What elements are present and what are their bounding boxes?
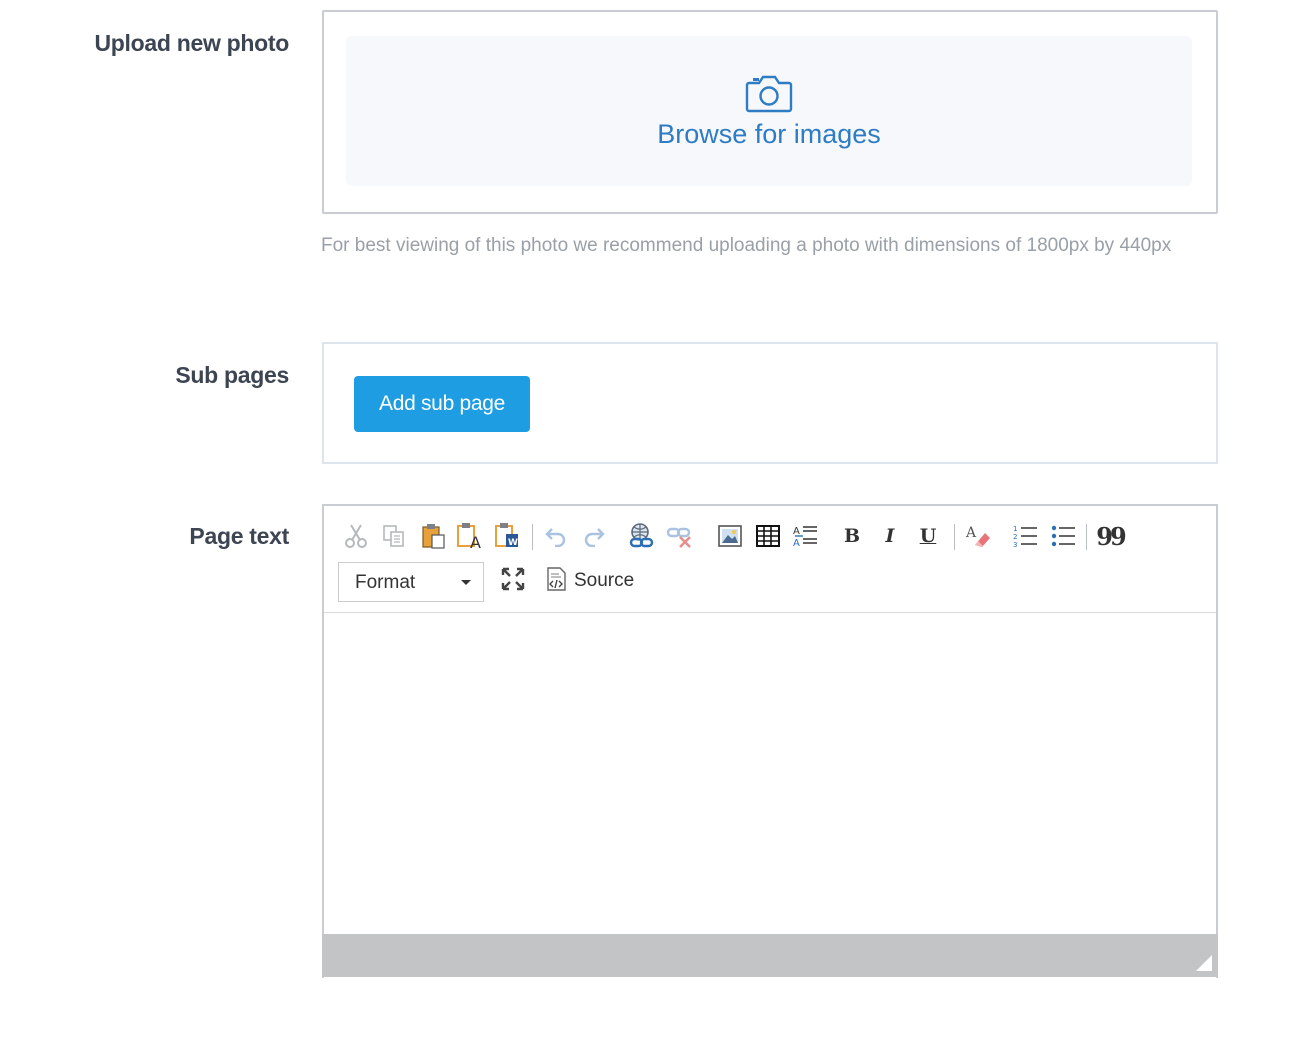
editor-statusbar <box>322 934 1218 977</box>
undo-button[interactable] <box>540 518 572 554</box>
sub-pages-label: Sub pages <box>175 362 289 388</box>
numbered-list-button[interactable]: 123 <box>1010 518 1042 554</box>
clipboard-icon <box>421 523 447 549</box>
browse-images-dropzone[interactable]: Browse for images <box>346 36 1192 186</box>
underline-icon: U <box>919 525 937 547</box>
svg-text:2: 2 <box>1013 533 1017 541</box>
underline-button[interactable]: U <box>912 518 944 554</box>
copy-icon <box>382 524 406 548</box>
text-format-icon: AA <box>793 524 819 548</box>
source-button[interactable]: Source <box>544 564 634 598</box>
link-button[interactable] <box>626 518 658 554</box>
editor-content-area[interactable] <box>324 613 1216 935</box>
upload-hint-text: For best viewing of this photo we recomm… <box>321 235 1172 256</box>
format-dropdown[interactable]: Format <box>338 562 484 602</box>
cut-button[interactable] <box>340 518 372 554</box>
editor-toolbar: A W A A B I U A 1 2 3 99 Format Source <box>324 506 1216 613</box>
table-icon <box>756 525 780 547</box>
remove-format-button[interactable]: A <box>962 518 994 554</box>
source-button-label: Source <box>574 570 635 591</box>
eraser-icon: A <box>965 523 991 549</box>
redo-button[interactable] <box>578 518 610 554</box>
unlink-icon <box>666 523 694 549</box>
bulleted-list-button[interactable] <box>1048 518 1080 554</box>
svg-text:1: 1 <box>1013 525 1017 533</box>
toolbar-separator <box>1086 524 1087 550</box>
rich-text-editor: A W A A B I U A 1 2 3 99 Format Source <box>322 504 1218 978</box>
add-sub-page-button[interactable]: Add sub page <box>354 376 530 432</box>
quote-icon: 99 <box>1096 521 1126 551</box>
svg-text:3: 3 <box>1013 541 1017 548</box>
source-code-icon <box>544 566 568 597</box>
bold-button[interactable]: B <box>836 518 868 554</box>
upload-box: Browse for images <box>322 10 1218 214</box>
bold-icon: B <box>843 525 861 547</box>
image-button[interactable] <box>714 518 746 554</box>
redo-icon <box>582 525 606 547</box>
copy-button[interactable] <box>378 518 410 554</box>
table-button[interactable] <box>752 518 784 554</box>
browse-images-link[interactable]: Browse for images <box>657 119 881 150</box>
italic-icon: I <box>885 525 895 547</box>
camera-icon <box>745 73 793 113</box>
resize-handle-icon[interactable] <box>1196 955 1212 971</box>
sub-pages-box: Add sub page <box>322 342 1218 464</box>
svg-text:A: A <box>793 538 800 548</box>
maximize-icon <box>501 567 525 596</box>
link-icon <box>628 522 656 550</box>
undo-icon <box>544 525 568 547</box>
numbered-list-icon: 123 <box>1013 524 1039 548</box>
paste-word-icon: W <box>494 522 522 550</box>
blockquote-button[interactable]: 99 <box>1094 518 1126 554</box>
maximize-button[interactable] <box>496 564 530 598</box>
scissors-icon <box>344 523 368 549</box>
svg-text:A: A <box>470 533 481 550</box>
bulleted-list-icon <box>1051 524 1077 548</box>
svg-text:W: W <box>508 538 518 548</box>
paste-text-icon: A <box>456 522 484 550</box>
text-direction-button[interactable]: AA <box>790 518 822 554</box>
paste-button[interactable] <box>418 518 450 554</box>
image-icon <box>718 525 742 547</box>
page-text-label: Page text <box>189 523 289 549</box>
toolbar-separator <box>532 524 533 550</box>
upload-photo-label: Upload new photo <box>94 30 289 56</box>
svg-text:A: A <box>965 525 977 541</box>
toolbar-row: A W A A B I U A 1 2 3 99 <box>338 518 1208 554</box>
toolbar-separator <box>954 524 955 550</box>
unlink-button[interactable] <box>664 518 696 554</box>
italic-button[interactable]: I <box>874 518 906 554</box>
paste-text-button[interactable]: A <box>454 518 486 554</box>
paste-word-button[interactable]: W <box>492 518 524 554</box>
caret-down-icon <box>461 580 471 585</box>
format-dropdown-label: Format <box>355 572 416 593</box>
